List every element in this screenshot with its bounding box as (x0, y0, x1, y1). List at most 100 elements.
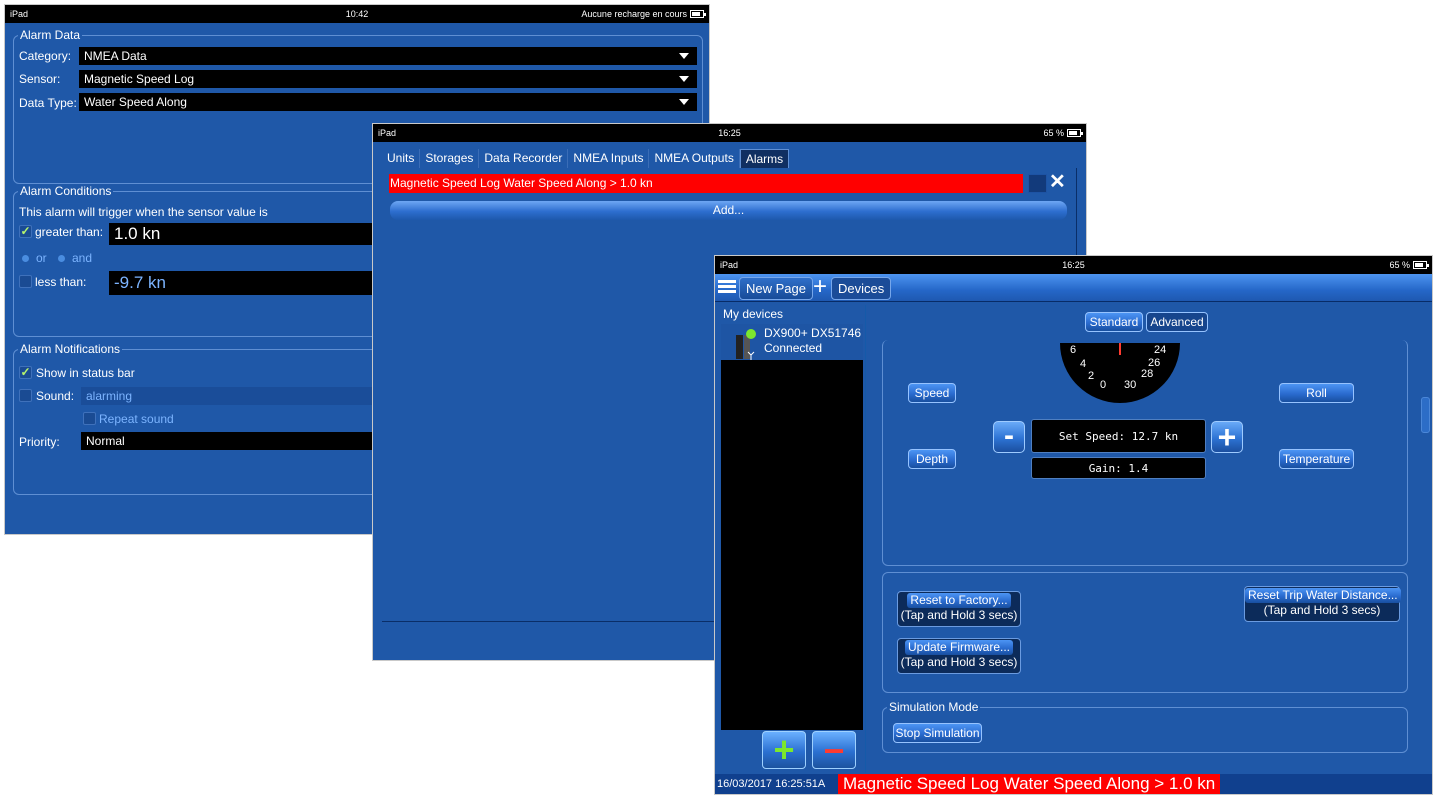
simulation-mode-legend: Simulation Mode (887, 700, 981, 715)
show-status-checkbox[interactable]: ✓ (19, 366, 32, 379)
alarm-conditions-legend: Alarm Conditions (18, 184, 114, 199)
condition-intro: This alarm will trigger when the sensor … (19, 205, 268, 219)
gauge-tick-label: 26 (1148, 357, 1160, 369)
panel-drawer-handle[interactable] (1421, 397, 1430, 433)
greater-than-label: greater than: (35, 225, 104, 239)
reset-factory-button[interactable]: Reset to Factory... (Tap and Hold 3 secs… (897, 591, 1021, 627)
device-status: Connected (764, 341, 823, 355)
depth-button[interactable]: Depth (908, 449, 956, 469)
speed-button[interactable]: Speed (908, 383, 956, 403)
category-value: NMEA Data (84, 49, 147, 63)
status-time: 16:25 (718, 128, 741, 138)
temperature-button[interactable]: Temperature (1279, 449, 1354, 469)
status-bar: iPad 16:25 65 % (373, 124, 1086, 142)
new-page-button[interactable]: New Page (739, 277, 813, 300)
gauge-tick-label: 28 (1141, 368, 1153, 380)
repeat-sound-checkbox[interactable] (83, 412, 96, 425)
set-speed-display: Set Speed: 12.7 kn (1031, 419, 1206, 453)
reset-factory-hint: (Tap and Hold 3 secs) (900, 608, 1018, 622)
alarm-entry-label: Magnetic Speed Log Water Speed Along > 1… (390, 176, 653, 190)
delete-alarm-icon[interactable]: ✕ (1049, 172, 1069, 192)
decrease-speed-button[interactable]: - (993, 421, 1025, 453)
charging-status: Aucune recharge en cours (581, 9, 687, 19)
status-bar: iPad 10:42 Aucune recharge en cours (5, 5, 709, 23)
sound-value: alarming (86, 389, 133, 403)
sound-select[interactable]: alarming (81, 387, 373, 405)
sound-checkbox[interactable] (19, 389, 32, 402)
advanced-mode-button[interactable]: Advanced (1146, 312, 1208, 332)
priority-select[interactable]: Normal (81, 432, 373, 450)
tab-alarms[interactable]: Alarms (739, 149, 790, 168)
alarm-notifications-legend: Alarm Notifications (18, 342, 123, 357)
tab-units[interactable]: Units (382, 149, 421, 168)
battery-icon (1067, 129, 1083, 137)
alarm-entry-row[interactable]: Magnetic Speed Log Water Speed Along > 1… (389, 174, 1023, 193)
tab-storages[interactable]: Storages (420, 149, 480, 168)
less-than-value: -9.7 kn (114, 273, 166, 292)
reset-trip-label: Reset Trip Water Distance... (1245, 588, 1401, 603)
less-than-label: less than: (35, 275, 87, 289)
and-radio[interactable] (58, 255, 65, 262)
plus-icon: + (1217, 419, 1237, 455)
add-alarm-button[interactable]: Add... (390, 201, 1067, 220)
data-type-select[interactable]: Water Speed Along (79, 93, 697, 111)
alarm-enabled-checkbox[interactable] (1028, 174, 1047, 193)
show-status-label: Show in status bar (36, 366, 135, 380)
or-radio[interactable] (22, 255, 29, 262)
gauge-tick-label: 6 (1070, 344, 1076, 356)
data-type-value: Water Speed Along (84, 95, 187, 109)
gain-value: Gain: 1.4 (1088, 462, 1149, 475)
gauge-tick-label: 2 (1088, 370, 1094, 382)
device-list-panel (721, 360, 863, 730)
remove-device-button[interactable]: − (812, 731, 856, 769)
tab-nmea-outputs[interactable]: NMEA Outputs (649, 149, 740, 168)
update-firmware-hint: (Tap and Hold 3 secs) (900, 655, 1018, 669)
roll-button[interactable]: Roll (1279, 383, 1354, 403)
priority-label: Priority: (19, 435, 60, 449)
repeat-sound-label: Repeat sound (99, 412, 174, 426)
increase-speed-button[interactable]: + (1211, 421, 1243, 453)
or-label: or (36, 251, 47, 265)
standard-mode-button[interactable]: Standard (1085, 312, 1143, 332)
set-speed-value: Set Speed: 12.7 kn (1058, 430, 1179, 443)
update-firmware-button[interactable]: Update Firmware... (Tap and Hold 3 secs) (897, 638, 1021, 674)
battery-icon (690, 10, 706, 18)
add-device-button[interactable]: + (762, 731, 806, 769)
minus-icon: − (823, 730, 845, 771)
dropdown-arrow-icon (679, 76, 689, 82)
category-select[interactable]: NMEA Data (79, 47, 697, 65)
minus-icon: - (1004, 419, 1014, 452)
battery-percent: 65 % (1043, 128, 1064, 138)
less-than-input[interactable]: -9.7 kn (109, 271, 373, 295)
and-label: and (72, 251, 93, 265)
sensor-value: Magnetic Speed Log (84, 72, 195, 86)
left-panel-divider (865, 305, 866, 773)
devices-button[interactable]: Devices (831, 277, 892, 300)
status-bar: iPad 16:25 65 % (715, 256, 1432, 274)
gain-display: Gain: 1.4 (1031, 457, 1206, 479)
settings-tab-bar: Units Storages Data Recorder NMEA Inputs… (382, 149, 790, 168)
gauge-tick-label: 4 (1080, 358, 1086, 370)
dropdown-arrow-icon (679, 99, 689, 105)
greater-than-input[interactable]: 1.0 kn (109, 223, 373, 245)
greater-than-checkbox[interactable]: ✓ (19, 225, 32, 238)
alarm-footer: 16/03/2017 16:25:51A Magnetic Speed Log … (715, 774, 1432, 794)
dropdown-arrow-icon (679, 53, 689, 59)
hamburger-menu-icon[interactable] (718, 280, 736, 294)
add-page-icon[interactable]: + (810, 275, 830, 299)
greater-than-value: 1.0 kn (114, 224, 161, 243)
alarm-data-legend: Alarm Data (18, 28, 83, 43)
reset-trip-button[interactable]: Reset Trip Water Distance... (Tap and Ho… (1244, 586, 1401, 622)
gauge-tick-label: 0 (1100, 379, 1106, 391)
footer-timestamp: 16/03/2017 16:25:51A (717, 778, 826, 790)
tab-nmea-inputs[interactable]: NMEA Inputs (568, 149, 650, 168)
status-time: 16:25 (1062, 260, 1085, 270)
less-than-checkbox[interactable] (19, 275, 32, 288)
update-firmware-label: Update Firmware... (904, 640, 1014, 655)
priority-value: Normal (86, 434, 125, 448)
category-label: Category: (19, 49, 72, 63)
devices-page-screenshot: iPad 16:25 65 % New Page + Devices My de… (715, 256, 1432, 794)
sensor-select[interactable]: Magnetic Speed Log (79, 70, 697, 88)
tab-data-recorder[interactable]: Data Recorder (479, 149, 569, 168)
stop-simulation-button[interactable]: Stop Simulation (893, 723, 982, 743)
